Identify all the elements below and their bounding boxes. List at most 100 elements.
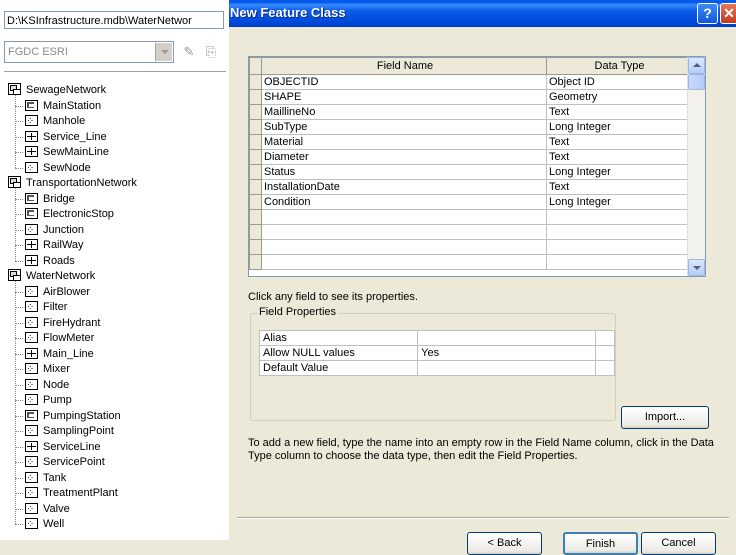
tree-item-feature-class[interactable]: AirBlower: [25, 284, 90, 300]
row-selector[interactable]: [249, 74, 262, 90]
row-selector[interactable]: [249, 134, 262, 150]
data-type-cell[interactable]: Text: [546, 104, 691, 120]
property-row[interactable]: Alias: [258, 330, 615, 346]
tree-item-feature-class[interactable]: Bridge: [25, 192, 75, 207]
help-button[interactable]: ?: [697, 3, 718, 24]
tree-item-feature-class[interactable]: Manhole: [25, 113, 85, 129]
tree-item-feature-class[interactable]: PumpingStation: [25, 409, 121, 424]
field-row[interactable]: Material Text: [249, 134, 691, 150]
field-row[interactable]: Diameter Text: [249, 149, 691, 165]
field-row[interactable]: Condition Long Integer: [249, 194, 691, 210]
field-name-cell[interactable]: [261, 239, 547, 255]
grid-scrollbar[interactable]: [687, 57, 705, 276]
data-type-cell[interactable]: [546, 254, 691, 270]
tree-item-feature-class[interactable]: Node: [25, 377, 69, 393]
tree-item-feature-class[interactable]: Tank: [25, 470, 66, 486]
tree-item-feature-class[interactable]: Roads: [25, 254, 75, 269]
chevron-down-icon[interactable]: [155, 43, 172, 61]
data-type-cell[interactable]: Long Integer: [546, 164, 691, 180]
field-name-cell[interactable]: OBJECTID: [261, 74, 547, 90]
field-grid[interactable]: Field Name Data Type OBJECTID Object ID SH…: [248, 56, 706, 277]
row-selector[interactable]: [249, 164, 262, 180]
tree-item-feature-class[interactable]: SewNode: [25, 160, 91, 176]
tree-item-feature-class[interactable]: TreatmentPlant: [25, 485, 118, 501]
tree-item-feature-class[interactable]: Well: [25, 516, 64, 532]
field-name-cell[interactable]: Material: [261, 134, 547, 150]
row-selector[interactable]: [249, 89, 262, 105]
property-edit-cell[interactable]: [595, 330, 615, 346]
data-type-header[interactable]: Data Type: [546, 57, 691, 75]
back-button[interactable]: < Back: [467, 532, 542, 555]
field-name-cell[interactable]: InstallationDate: [261, 179, 547, 195]
property-value[interactable]: Yes: [417, 345, 597, 361]
data-type-cell[interactable]: Long Integer: [546, 194, 691, 210]
tree-item-feature-class[interactable]: Junction: [25, 222, 84, 238]
tree-item-feature-class[interactable]: ServicePoint: [25, 454, 105, 470]
data-type-cell[interactable]: Text: [546, 134, 691, 150]
field-row[interactable]: MaillineNo Text: [249, 104, 691, 120]
close-icon[interactable]: ✕: [720, 3, 736, 24]
data-type-cell[interactable]: Text: [546, 179, 691, 195]
row-selector[interactable]: [249, 239, 262, 255]
tree-item-feature-class[interactable]: SamplingPoint: [25, 423, 114, 439]
field-row[interactable]: InstallationDate Text: [249, 179, 691, 195]
data-type-cell[interactable]: Geometry: [546, 89, 691, 105]
field-row[interactable]: [249, 224, 691, 240]
field-name-cell[interactable]: SubType: [261, 119, 547, 135]
scroll-up-icon[interactable]: [688, 57, 705, 74]
property-edit-cell[interactable]: [595, 360, 615, 376]
property-value[interactable]: [417, 330, 597, 346]
field-name-cell[interactable]: Diameter: [261, 149, 547, 165]
field-name-cell[interactable]: MaillineNo: [261, 104, 547, 120]
data-type-cell[interactable]: Text: [546, 149, 691, 165]
field-name-cell[interactable]: SHAPE: [261, 89, 547, 105]
row-selector[interactable]: [249, 224, 262, 240]
tree-item-feature-class[interactable]: ServiceLine: [25, 440, 100, 455]
field-row[interactable]: [249, 239, 691, 255]
row-selector[interactable]: [249, 119, 262, 135]
property-value[interactable]: [417, 360, 597, 376]
row-selector[interactable]: [249, 149, 262, 165]
data-type-cell[interactable]: Long Integer: [546, 119, 691, 135]
field-row[interactable]: Status Long Integer: [249, 164, 691, 180]
dialog-titlebar[interactable]: New Feature Class ? ✕: [229, 0, 736, 27]
property-edit-cell[interactable]: [595, 345, 615, 361]
finish-button[interactable]: Finish: [563, 532, 638, 555]
field-name-header[interactable]: Field Name: [261, 57, 547, 75]
scroll-down-icon[interactable]: [688, 259, 705, 276]
tree-item-dataset[interactable]: TransportationNetwork: [8, 176, 137, 191]
tree-item-dataset[interactable]: SewageNetwork: [8, 83, 106, 98]
metadata-style-dropdown[interactable]: FGDC ESRI: [4, 41, 174, 63]
field-name-cell[interactable]: [261, 209, 547, 225]
field-name-cell[interactable]: [261, 254, 547, 270]
tree-item-feature-class[interactable]: Main_Line: [25, 347, 94, 362]
scroll-thumb[interactable]: [688, 74, 705, 90]
tree-item-feature-class[interactable]: Service_Line: [25, 130, 107, 145]
tree-item-feature-class[interactable]: Valve: [25, 501, 70, 517]
tree-item-feature-class[interactable]: FlowMeter: [25, 330, 94, 346]
property-row[interactable]: Allow NULL values Yes: [258, 345, 615, 361]
tree-item-feature-class[interactable]: Pump: [25, 392, 72, 408]
data-type-cell[interactable]: [546, 224, 691, 240]
tree-item-feature-class[interactable]: MainStation: [25, 99, 101, 114]
tree-item-feature-class[interactable]: RailWay: [25, 238, 84, 253]
property-row[interactable]: Default Value: [258, 360, 615, 376]
field-row[interactable]: [249, 209, 691, 225]
field-name-cell[interactable]: [261, 224, 547, 240]
field-name-cell[interactable]: Status: [261, 164, 547, 180]
location-path-field[interactable]: D:\KSInfrastructure.mdb\WaterNetwor: [4, 11, 224, 29]
field-row[interactable]: [249, 254, 691, 270]
data-type-cell[interactable]: Object ID: [546, 74, 691, 90]
row-selector[interactable]: [249, 254, 262, 270]
edit-metadata-icon[interactable]: ✎: [180, 44, 198, 60]
import-button[interactable]: Import...: [621, 406, 709, 429]
row-selector[interactable]: [249, 209, 262, 225]
tree-item-dataset[interactable]: WaterNetwork: [8, 269, 95, 284]
data-type-cell[interactable]: [546, 209, 691, 225]
field-name-cell[interactable]: Condition: [261, 194, 547, 210]
row-selector[interactable]: [249, 179, 262, 195]
tree-item-feature-class[interactable]: ElectronicStop: [25, 207, 114, 222]
tree-item-feature-class[interactable]: Filter: [25, 299, 67, 315]
data-type-cell[interactable]: [546, 239, 691, 255]
field-row[interactable]: SubType Long Integer: [249, 119, 691, 135]
